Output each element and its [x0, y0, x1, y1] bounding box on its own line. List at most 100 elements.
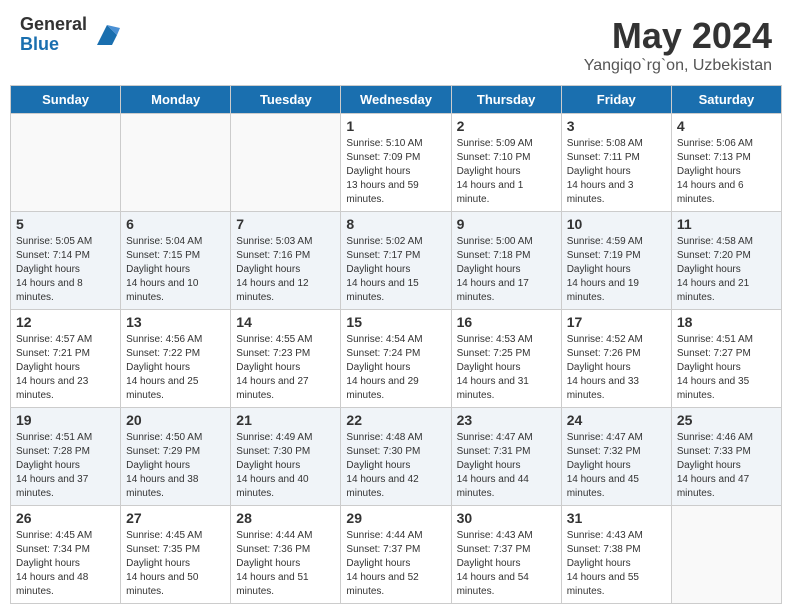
cal-cell: 31 Sunrise: 4:43 AMSunset: 7:38 PMDayligh… — [561, 506, 671, 604]
cal-cell: 16 Sunrise: 4:53 AMSunset: 7:25 PMDayligh… — [451, 310, 561, 408]
days-header-row: SundayMondayTuesdayWednesdayThursdayFrid… — [11, 86, 782, 114]
cal-cell: 27Sunrise: 4:45 AMSunset: 7:35 PMDayligh… — [121, 506, 231, 604]
day-number: 24 — [567, 412, 666, 428]
cal-cell: 14 Sunrise: 4:55 AMSunset: 7:23 PMDayligh… — [231, 310, 341, 408]
day-number: 28 — [236, 510, 335, 526]
cell-info: Sunrise: 4:47 AMSunset: 7:31 PMDaylight … — [457, 431, 556, 501]
cal-cell: 3 Sunrise: 5:08 AMSunset: 7:11 PMDaylight… — [561, 114, 671, 212]
cell-info: Sunrise: 5:08 AMSunset: 7:11 PMDaylight … — [567, 137, 666, 207]
week-row-1: 1 Sunrise: 5:10 AMSunset: 7:09 PMDaylight… — [11, 114, 782, 212]
day-header-tuesday: Tuesday — [231, 86, 341, 114]
cal-cell: 28 Sunrise: 4:44 AMSunset: 7:36 PMDayligh… — [231, 506, 341, 604]
logo: General Blue — [20, 15, 122, 55]
cell-info: Sunrise: 4:43 AMSunset: 7:37 PMDaylight … — [457, 529, 556, 599]
cell-info: Sunrise: 4:48 AMSunset: 7:30 PMDaylight … — [346, 431, 445, 501]
day-number: 16 — [457, 314, 556, 330]
cell-info: Sunrise: 5:03 AMSunset: 7:16 PMDaylight … — [236, 235, 335, 305]
week-row-5: 26Sunrise: 4:45 AMSunset: 7:34 PMDayligh… — [11, 506, 782, 604]
title-section: May 2024 Yangiqo`rg`on, Uzbekistan — [584, 15, 772, 75]
cell-info: Sunrise: 4:51 AMSunset: 7:27 PMDaylight … — [677, 333, 776, 403]
cal-cell: 5 Sunrise: 5:05 AMSunset: 7:14 PMDaylight… — [11, 212, 121, 310]
cal-cell: 24 Sunrise: 4:47 AMSunset: 7:32 PMDayligh… — [561, 408, 671, 506]
cell-info: Sunrise: 5:00 AMSunset: 7:18 PMDaylight … — [457, 235, 556, 305]
day-number: 9 — [457, 216, 556, 232]
cal-cell: 11 Sunrise: 4:58 AMSunset: 7:20 PMDayligh… — [671, 212, 781, 310]
cell-info: Sunrise: 4:44 AMSunset: 7:36 PMDaylight … — [236, 529, 335, 599]
cell-info: Sunrise: 5:04 AMSunset: 7:15 PMDaylight … — [126, 235, 225, 305]
cell-info: Sunrise: 4:57 AMSunset: 7:21 PMDaylight … — [16, 333, 115, 403]
cal-cell: 29Sunrise: 4:44 AMSunset: 7:37 PMDayligh… — [341, 506, 451, 604]
day-number: 10 — [567, 216, 666, 232]
day-number: 5 — [16, 216, 115, 232]
day-number: 1 — [346, 118, 445, 134]
day-number: 31 — [567, 510, 666, 526]
day-number: 2 — [457, 118, 556, 134]
day-number: 29 — [346, 510, 445, 526]
cal-cell: 20 Sunrise: 4:50 AMSunset: 7:29 PMDayligh… — [121, 408, 231, 506]
logo-general: General — [20, 15, 87, 35]
day-number: 8 — [346, 216, 445, 232]
day-number: 19 — [16, 412, 115, 428]
cal-cell: 6Sunrise: 5:04 AMSunset: 7:15 PMDaylight… — [121, 212, 231, 310]
location: Yangiqo`rg`on, Uzbekistan — [584, 57, 772, 75]
cell-info: Sunrise: 4:55 AMSunset: 7:23 PMDaylight … — [236, 333, 335, 403]
cal-cell: 25Sunrise: 4:46 AMSunset: 7:33 PMDayligh… — [671, 408, 781, 506]
day-number: 23 — [457, 412, 556, 428]
cal-cell: 30 Sunrise: 4:43 AMSunset: 7:37 PMDayligh… — [451, 506, 561, 604]
cell-info: Sunrise: 4:43 AMSunset: 7:38 PMDaylight … — [567, 529, 666, 599]
cell-info: Sunrise: 4:50 AMSunset: 7:29 PMDaylight … — [126, 431, 225, 501]
cal-cell: 2Sunrise: 5:09 AMSunset: 7:10 PMDaylight… — [451, 114, 561, 212]
week-row-4: 19 Sunrise: 4:51 AMSunset: 7:28 PMDayligh… — [11, 408, 782, 506]
day-header-monday: Monday — [121, 86, 231, 114]
cal-cell: 4 Sunrise: 5:06 AMSunset: 7:13 PMDaylight… — [671, 114, 781, 212]
logo-icon — [92, 20, 122, 50]
week-row-2: 5 Sunrise: 5:05 AMSunset: 7:14 PMDaylight… — [11, 212, 782, 310]
cell-info: Sunrise: 5:06 AMSunset: 7:13 PMDaylight … — [677, 137, 776, 207]
cal-cell: 13Sunrise: 4:56 AMSunset: 7:22 PMDayligh… — [121, 310, 231, 408]
cell-info: Sunrise: 5:10 AMSunset: 7:09 PMDaylight … — [346, 137, 445, 207]
cal-cell: 19 Sunrise: 4:51 AMSunset: 7:28 PMDayligh… — [11, 408, 121, 506]
cell-info: Sunrise: 4:53 AMSunset: 7:25 PMDaylight … — [457, 333, 556, 403]
cell-info: Sunrise: 4:52 AMSunset: 7:26 PMDaylight … — [567, 333, 666, 403]
cal-cell: 23 Sunrise: 4:47 AMSunset: 7:31 PMDayligh… — [451, 408, 561, 506]
day-number: 14 — [236, 314, 335, 330]
day-number: 12 — [16, 314, 115, 330]
cal-cell: 18 Sunrise: 4:51 AMSunset: 7:27 PMDayligh… — [671, 310, 781, 408]
cal-cell: 26Sunrise: 4:45 AMSunset: 7:34 PMDayligh… — [11, 506, 121, 604]
cell-info: Sunrise: 4:45 AMSunset: 7:35 PMDaylight … — [126, 529, 225, 599]
day-number: 18 — [677, 314, 776, 330]
cell-info: Sunrise: 5:02 AMSunset: 7:17 PMDaylight … — [346, 235, 445, 305]
day-number: 15 — [346, 314, 445, 330]
day-number: 20 — [126, 412, 225, 428]
cell-info: Sunrise: 4:59 AMSunset: 7:19 PMDaylight … — [567, 235, 666, 305]
day-header-friday: Friday — [561, 86, 671, 114]
day-number: 4 — [677, 118, 776, 134]
cell-info: Sunrise: 4:54 AMSunset: 7:24 PMDaylight … — [346, 333, 445, 403]
day-number: 7 — [236, 216, 335, 232]
cell-info: Sunrise: 4:56 AMSunset: 7:22 PMDaylight … — [126, 333, 225, 403]
header: General Blue May 2024 Yangiqo`rg`on, Uzb… — [0, 0, 792, 85]
day-number: 30 — [457, 510, 556, 526]
day-header-wednesday: Wednesday — [341, 86, 451, 114]
cal-cell: 17Sunrise: 4:52 AMSunset: 7:26 PMDayligh… — [561, 310, 671, 408]
page-container: General Blue May 2024 Yangiqo`rg`on, Uzb… — [0, 0, 792, 604]
cell-info: Sunrise: 5:05 AMSunset: 7:14 PMDaylight … — [16, 235, 115, 305]
cal-cell: 10 Sunrise: 4:59 AMSunset: 7:19 PMDayligh… — [561, 212, 671, 310]
cal-cell: 1 Sunrise: 5:10 AMSunset: 7:09 PMDaylight… — [341, 114, 451, 212]
day-number: 22 — [346, 412, 445, 428]
day-number: 3 — [567, 118, 666, 134]
day-number: 26 — [16, 510, 115, 526]
month-title: May 2024 — [584, 15, 772, 57]
cell-info: Sunrise: 4:51 AMSunset: 7:28 PMDaylight … — [16, 431, 115, 501]
cal-cell — [11, 114, 121, 212]
week-row-3: 12 Sunrise: 4:57 AMSunset: 7:21 PMDayligh… — [11, 310, 782, 408]
cell-info: Sunrise: 4:49 AMSunset: 7:30 PMDaylight … — [236, 431, 335, 501]
logo-blue: Blue — [20, 35, 87, 55]
day-number: 11 — [677, 216, 776, 232]
cell-info: Sunrise: 4:47 AMSunset: 7:32 PMDaylight … — [567, 431, 666, 501]
calendar: SundayMondayTuesdayWednesdayThursdayFrid… — [10, 85, 782, 604]
cell-info: Sunrise: 4:58 AMSunset: 7:20 PMDaylight … — [677, 235, 776, 305]
cal-cell: 12 Sunrise: 4:57 AMSunset: 7:21 PMDayligh… — [11, 310, 121, 408]
cal-cell — [231, 114, 341, 212]
cal-cell — [671, 506, 781, 604]
